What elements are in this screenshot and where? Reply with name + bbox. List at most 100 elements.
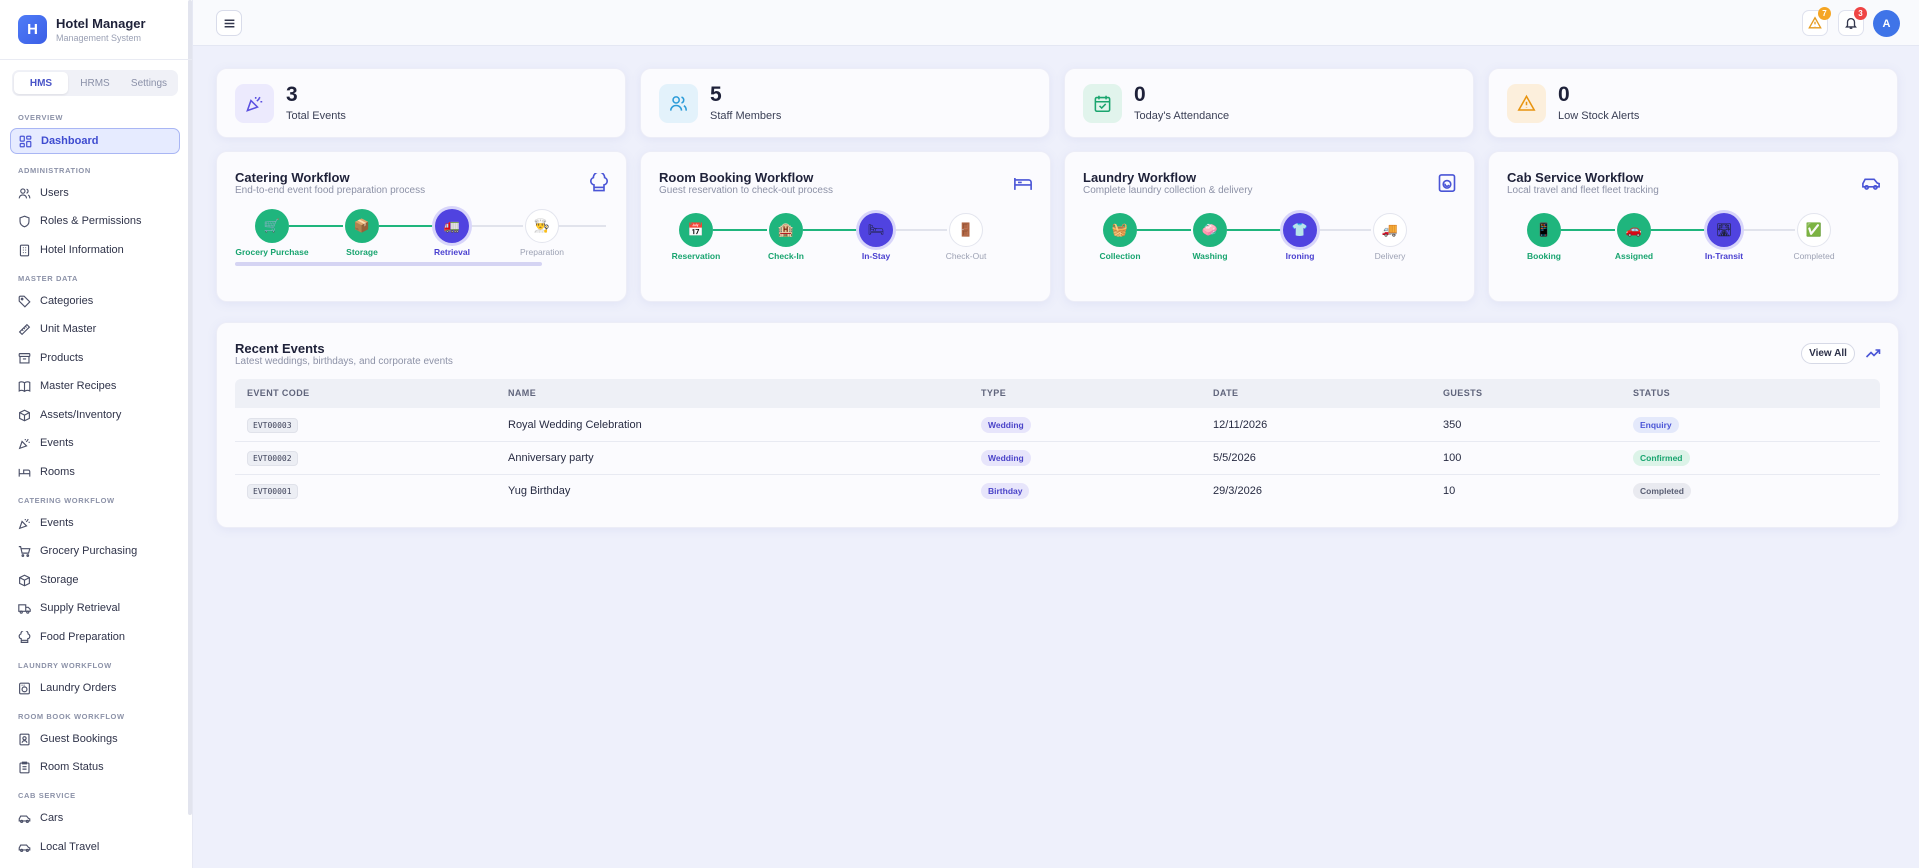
sidebar-item-grocery-purchasing[interactable]: Grocery Purchasing [10, 538, 180, 564]
sidebar-item-label: Guest Bookings [40, 733, 118, 745]
sidebar-item-unit-master[interactable]: Unit Master [10, 316, 180, 342]
sidebar-item-label: Unit Master [40, 323, 97, 335]
sidebar-item-products[interactable]: Products [10, 345, 180, 371]
sidebar-item-hotel-information[interactable]: Hotel Information [10, 237, 180, 263]
sidebar-item-food-preparation[interactable]: Food Preparation [10, 624, 180, 650]
sidebar-item-catering-events[interactable]: Events [10, 510, 180, 536]
column-header-status[interactable]: STATUS [1633, 388, 1670, 398]
step-connector [379, 225, 433, 227]
step-delivery[interactable]: 🚚 [1373, 213, 1407, 247]
sidebar-item-supply-retrieval[interactable]: Supply Retrieval [10, 595, 180, 621]
sidebar-item-label: Local Travel [40, 841, 100, 853]
step-check-in[interactable]: 🏨 [769, 213, 803, 247]
table-row[interactable]: EVT00002 Anniversary party Wedding 5/5/2… [235, 442, 1880, 475]
step-label: Booking [1527, 251, 1561, 261]
table-row[interactable]: EVT00003 Royal Wedding Celebration Weddi… [235, 409, 1880, 442]
topbar: 7 3 A [193, 0, 1919, 46]
step-washing[interactable]: 🧼 [1193, 213, 1227, 247]
workflow-card-room-booking[interactable]: Room Booking Workflow Guest reservation … [640, 151, 1051, 302]
sidebar-divider [0, 59, 192, 60]
tab-hms[interactable]: HMS [14, 72, 68, 94]
sidebar-item-local-travel[interactable]: Local Travel [10, 834, 180, 860]
step-grocery-purchase[interactable]: 🛒 [255, 209, 289, 243]
step-in-stay[interactable]: 🛏 [859, 213, 893, 247]
step-connector [1317, 229, 1371, 231]
sidebar-item-events[interactable]: Events [10, 430, 180, 456]
stat-label: Low Stock Alerts [1558, 110, 1640, 122]
sidebar-item-storage[interactable]: Storage [10, 567, 180, 593]
step-assigned[interactable]: 🚗 [1617, 213, 1651, 247]
tab-hrms[interactable]: HRMS [68, 72, 122, 94]
step-label: Storage [346, 247, 378, 257]
view-all-button[interactable]: View All [1801, 343, 1855, 364]
party-popper-icon [18, 518, 30, 529]
step-label: Check-Out [945, 251, 987, 261]
sidebar-item-label: Cars [40, 812, 64, 824]
dashboard-icon [19, 135, 32, 147]
event-date: 29/3/2026 [1213, 485, 1262, 497]
column-header-type[interactable]: TYPE [981, 388, 1006, 398]
menu-toggle-button[interactable] [216, 10, 242, 36]
step-preparation[interactable]: 👨‍🍳 [525, 209, 559, 243]
step-label: Check-In [768, 251, 804, 261]
alerts-button[interactable]: 7 [1802, 7, 1831, 36]
stat-label: Today's Attendance [1134, 110, 1230, 122]
sidebar-item-label: Roles & Permissions [40, 215, 142, 227]
sidebar-item-room-status[interactable]: Room Status [10, 754, 180, 780]
workflow-card-laundry[interactable]: Laundry Workflow Complete laundry collec… [1064, 151, 1475, 302]
event-name: Royal Wedding Celebration [508, 419, 642, 431]
brand[interactable]: H Hotel Manager Management System [18, 15, 146, 44]
notifications-button[interactable]: 3 [1838, 7, 1867, 36]
table-row[interactable]: EVT00001 Yug Birthday Birthday 29/3/2026… [235, 475, 1880, 508]
sidebar-scrollbar[interactable] [188, 0, 192, 815]
column-header-guests[interactable]: GUESTS [1443, 388, 1482, 398]
step-check-out[interactable]: 🚪 [949, 213, 983, 247]
step-in-transit[interactable]: 🛣 [1707, 213, 1741, 247]
tab-settings[interactable]: Settings [122, 72, 176, 94]
brand-logo: H [18, 15, 47, 44]
brand-subtitle: Management System [56, 32, 142, 43]
section-overview: OVERVIEW [18, 113, 64, 122]
workflow-card-cab-service[interactable]: Cab Service Workflow Local travel and fl… [1488, 151, 1899, 302]
event-guests: 100 [1443, 452, 1462, 464]
sidebar-item-label: Assets/Inventory [40, 409, 122, 421]
step-reservation[interactable]: 📅 [679, 213, 713, 247]
stat-value: 0 [1558, 83, 1570, 106]
event-guests: 10 [1443, 485, 1456, 497]
stat-card-staff-members: 5 Staff Members [640, 68, 1050, 138]
step-storage[interactable]: 📦 [345, 209, 379, 243]
warning-icon [1517, 94, 1536, 111]
shield-icon [19, 215, 30, 227]
hamburger-icon [224, 19, 234, 27]
trending-up-icon[interactable] [1865, 345, 1881, 361]
stat-value: 5 [710, 83, 722, 106]
bed-icon [18, 468, 31, 477]
sidebar-item-label: Events [40, 437, 74, 449]
step-completed[interactable]: ✅ [1797, 213, 1831, 247]
notifications-count-badge: 3 [1854, 7, 1867, 20]
column-header-date[interactable]: DATE [1213, 388, 1238, 398]
sidebar-item-master-recipes[interactable]: Master Recipes [10, 373, 180, 399]
workflow-subtitle: End-to-end event food preparation proces… [235, 185, 426, 196]
sidebar-item-roles[interactable]: Roles & Permissions [10, 208, 180, 234]
event-date: 5/5/2026 [1213, 452, 1256, 464]
sidebar-item-laundry-orders[interactable]: Laundry Orders [10, 675, 180, 701]
column-header-event-code[interactable]: EVENT CODE [247, 388, 310, 398]
step-ironing[interactable]: 👕 [1283, 213, 1317, 247]
sidebar-item-assets[interactable]: Assets/Inventory [10, 402, 180, 428]
workflow-subtitle: Complete laundry collection & delivery [1083, 185, 1253, 196]
workflow-subtitle: Local travel and fleet fleet tracking [1507, 185, 1659, 196]
column-header-name[interactable]: NAME [508, 388, 536, 398]
sidebar-item-rooms[interactable]: Rooms [10, 459, 180, 485]
step-collection[interactable]: 🧺 [1103, 213, 1137, 247]
sidebar-item-categories[interactable]: Categories [10, 288, 180, 314]
sidebar-item-dashboard[interactable]: Dashboard [10, 128, 180, 154]
user-avatar[interactable]: A [1873, 10, 1900, 37]
step-booking[interactable]: 📱 [1527, 213, 1561, 247]
workflow-card-catering[interactable]: Catering Workflow End-to-end event food … [216, 151, 627, 302]
sidebar-item-users[interactable]: Users [10, 180, 180, 206]
sidebar-item-guest-bookings[interactable]: Guest Bookings [10, 726, 180, 752]
sidebar-item-cars[interactable]: Cars [10, 805, 180, 831]
brand-title: Hotel Manager [56, 15, 146, 31]
step-retrieval[interactable]: 🚛 [435, 209, 469, 243]
